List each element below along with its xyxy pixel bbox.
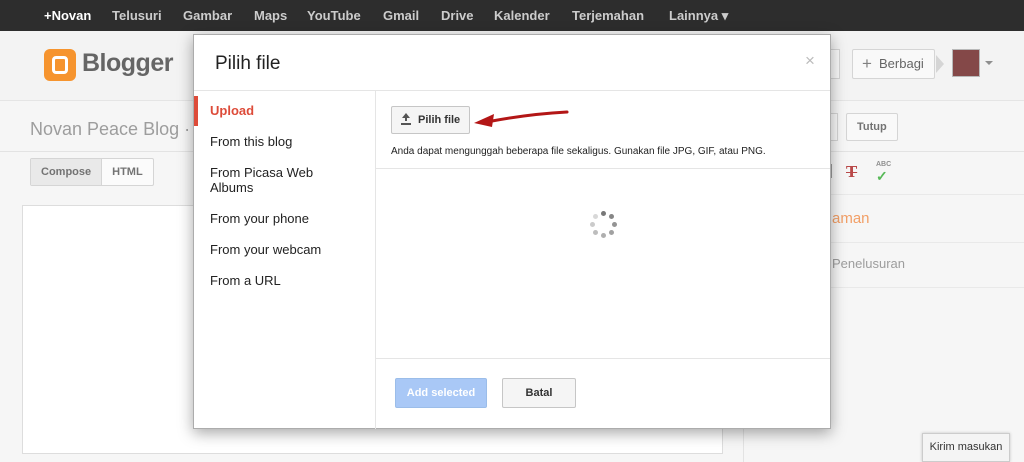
nav-from-picasa[interactable]: From Picasa Web Albums: [194, 165, 324, 195]
divider: [375, 91, 376, 429]
nav-from-webcam[interactable]: From your webcam: [194, 242, 375, 257]
upload-hint: Anda dapat mengunggah beberapa file seka…: [391, 146, 766, 157]
gbar-item-images[interactable]: Gambar: [183, 8, 232, 23]
close-icon[interactable]: ×: [805, 51, 815, 71]
gbar-item-more[interactable]: Lainnya ▾: [669, 8, 728, 24]
nav-from-url[interactable]: From a URL: [194, 273, 375, 288]
spinner-dot: [608, 229, 614, 235]
loading-spinner: [590, 211, 620, 241]
divider: [376, 168, 830, 169]
add-selected-button[interactable]: Add selected: [395, 378, 487, 408]
file-picker-dialog: Pilih file × Upload From this blog From …: [193, 34, 831, 429]
dialog-title: Pilih file: [215, 53, 281, 74]
gbar-item-drive[interactable]: Drive: [441, 8, 474, 23]
source-nav: Upload From this blog From Picasa Web Al…: [194, 96, 375, 288]
gbar-item-gmail[interactable]: Gmail: [383, 8, 419, 23]
feedback-button[interactable]: Kirim masukan: [922, 433, 1010, 462]
spinner-dot: [593, 229, 599, 235]
gbar-item-calendar[interactable]: Kalender: [494, 8, 550, 23]
divider: [376, 358, 830, 359]
spinner-dot: [601, 233, 606, 238]
annotation-arrow-icon: [474, 110, 569, 127]
spinner-dot: [608, 214, 614, 220]
choose-file-label: Pilih file: [418, 114, 461, 126]
nav-upload[interactable]: Upload: [194, 96, 375, 126]
nav-from-this-blog[interactable]: From this blog: [194, 134, 375, 149]
google-bar: +Novan Telusuri Gambar Maps YouTube Gmai…: [0, 0, 1024, 31]
upload-icon: [401, 113, 411, 125]
spinner-dot: [601, 211, 606, 216]
spinner-dot: [593, 214, 599, 220]
choose-file-button[interactable]: Pilih file: [391, 106, 471, 134]
gbar-item-search[interactable]: Telusuri: [112, 8, 162, 23]
gbar-item-maps[interactable]: Maps: [254, 8, 287, 23]
nav-from-phone[interactable]: From your phone: [194, 211, 375, 226]
gbar-item-youtube[interactable]: YouTube: [307, 8, 361, 23]
gbar-item-profile[interactable]: +Novan: [44, 8, 91, 23]
divider: [194, 90, 830, 91]
cancel-button[interactable]: Batal: [502, 378, 576, 408]
spinner-dot: [612, 222, 617, 227]
gbar-item-translate[interactable]: Terjemahan: [572, 8, 644, 23]
spinner-dot: [590, 222, 595, 227]
